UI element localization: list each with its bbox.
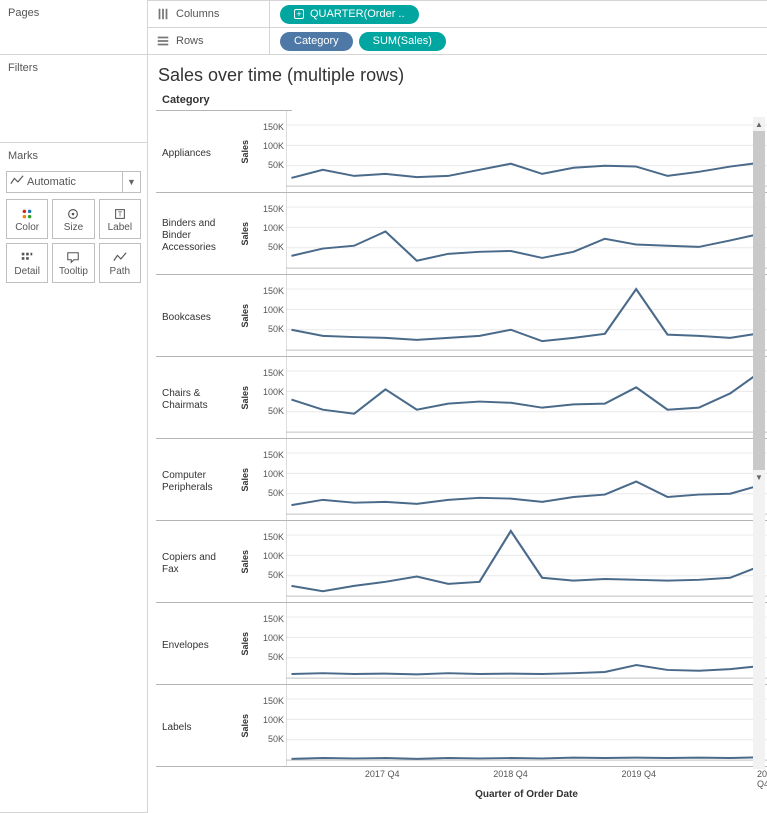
x-tick: 2019 Q4	[621, 769, 656, 779]
plot-area[interactable]	[286, 275, 767, 356]
label-icon: T	[113, 206, 127, 222]
columns-icon	[156, 7, 170, 21]
chart-row: Labels Sales 150K100K50K	[156, 685, 767, 767]
detail-icon	[20, 250, 34, 266]
plot-area[interactable]	[286, 685, 767, 766]
y-ticks: 150K100K50K	[254, 357, 286, 438]
y-ticks: 150K100K50K	[254, 603, 286, 684]
columns-pill-quarter[interactable]: +QUARTER(Order ..	[280, 5, 419, 24]
tooltip-button[interactable]: Tooltip	[52, 243, 94, 283]
line-icon	[7, 174, 27, 191]
scroll-thumb[interactable]	[753, 131, 765, 470]
mark-type-select[interactable]: Automatic ▼	[6, 171, 141, 193]
columns-shelf[interactable]: Columns +QUARTER(Order ..	[148, 1, 767, 28]
marks-buttons: Color Size TLabel Detail Tooltip Path	[0, 199, 147, 283]
label-button[interactable]: TLabel	[99, 199, 141, 239]
plot-area[interactable]	[286, 111, 767, 192]
category-label: Binders and Binder Accessories	[156, 193, 236, 274]
y-axis-label: Sales	[240, 386, 250, 410]
rows-pill-sales[interactable]: SUM(Sales)	[359, 32, 446, 51]
y-ticks: 150K100K50K	[254, 111, 286, 192]
tooltip-icon	[66, 250, 80, 266]
rows-shelf[interactable]: Rows Category SUM(Sales)	[148, 28, 767, 55]
chart-row: Bookcases Sales 150K100K50K	[156, 275, 767, 357]
y-axis-label: Sales	[240, 304, 250, 328]
plot-area[interactable]	[286, 193, 767, 274]
rows-label: Rows	[176, 35, 204, 47]
category-label: Appliances	[156, 111, 236, 192]
detail-button[interactable]: Detail	[6, 243, 48, 283]
x-axis-label: Quarter of Order Date	[286, 785, 767, 800]
mark-type-label: Automatic	[27, 176, 122, 188]
pages-shelf-label: Pages	[0, 0, 147, 26]
chart-row: Chairs & Chairmats Sales 150K100K50K	[156, 357, 767, 439]
svg-text:T: T	[118, 211, 123, 218]
category-label: Bookcases	[156, 275, 236, 356]
filters-shelf-label: Filters	[0, 55, 147, 81]
plot-area[interactable]	[286, 439, 767, 520]
category-label: Envelopes	[156, 603, 236, 684]
chart-title: Sales over time (multiple rows)	[156, 61, 767, 92]
facet-header: Category	[156, 92, 292, 111]
expand-icon: +	[294, 9, 304, 19]
x-tick: 2020 Q4	[757, 769, 767, 789]
chart-row: Computer Peripherals Sales 150K100K50K	[156, 439, 767, 521]
scroll-down-icon[interactable]: ▼	[753, 470, 765, 484]
scroll-up-icon[interactable]: ▲	[753, 117, 765, 131]
chart-row: Appliances Sales 150K100K50K	[156, 111, 767, 193]
category-label: Chairs & Chairmats	[156, 357, 236, 438]
rows-pill-category[interactable]: Category	[280, 32, 353, 51]
path-icon	[113, 250, 127, 266]
category-label: Copiers and Fax	[156, 521, 236, 602]
chart-row: Binders and Binder Accessories Sales 150K1…	[156, 193, 767, 275]
y-ticks: 150K100K50K	[254, 275, 286, 356]
chart-row: Copiers and Fax Sales 150K100K50K	[156, 521, 767, 603]
y-axis-label: Sales	[240, 140, 250, 164]
marks-shelf-label: Marks	[0, 143, 147, 169]
path-button[interactable]: Path	[99, 243, 141, 283]
rows-icon	[156, 34, 170, 48]
x-tick: 2017 Q4	[365, 769, 400, 779]
size-icon	[66, 206, 80, 222]
plot-area[interactable]	[286, 603, 767, 684]
category-label: Labels	[156, 685, 236, 766]
size-button[interactable]: Size	[52, 199, 94, 239]
x-tick: 2018 Q4	[493, 769, 528, 779]
y-axis-label: Sales	[240, 468, 250, 492]
scrollbar[interactable]: ▲ ▼	[753, 117, 765, 769]
y-ticks: 150K100K50K	[254, 685, 286, 766]
plot-area[interactable]	[286, 521, 767, 602]
y-ticks: 150K100K50K	[254, 439, 286, 520]
y-axis-label: Sales	[240, 222, 250, 246]
y-axis-label: Sales	[240, 632, 250, 656]
y-axis-label: Sales	[240, 550, 250, 574]
y-ticks: 150K100K50K	[254, 521, 286, 602]
color-button[interactable]: Color	[6, 199, 48, 239]
dropdown-icon[interactable]: ▼	[122, 172, 140, 192]
chart-row: Envelopes Sales 150K100K50K	[156, 603, 767, 685]
y-axis-label: Sales	[240, 714, 250, 738]
color-icon	[20, 206, 34, 222]
category-label: Computer Peripherals	[156, 439, 236, 520]
plot-area[interactable]	[286, 357, 767, 438]
y-ticks: 150K100K50K	[254, 193, 286, 274]
columns-label: Columns	[176, 8, 219, 20]
